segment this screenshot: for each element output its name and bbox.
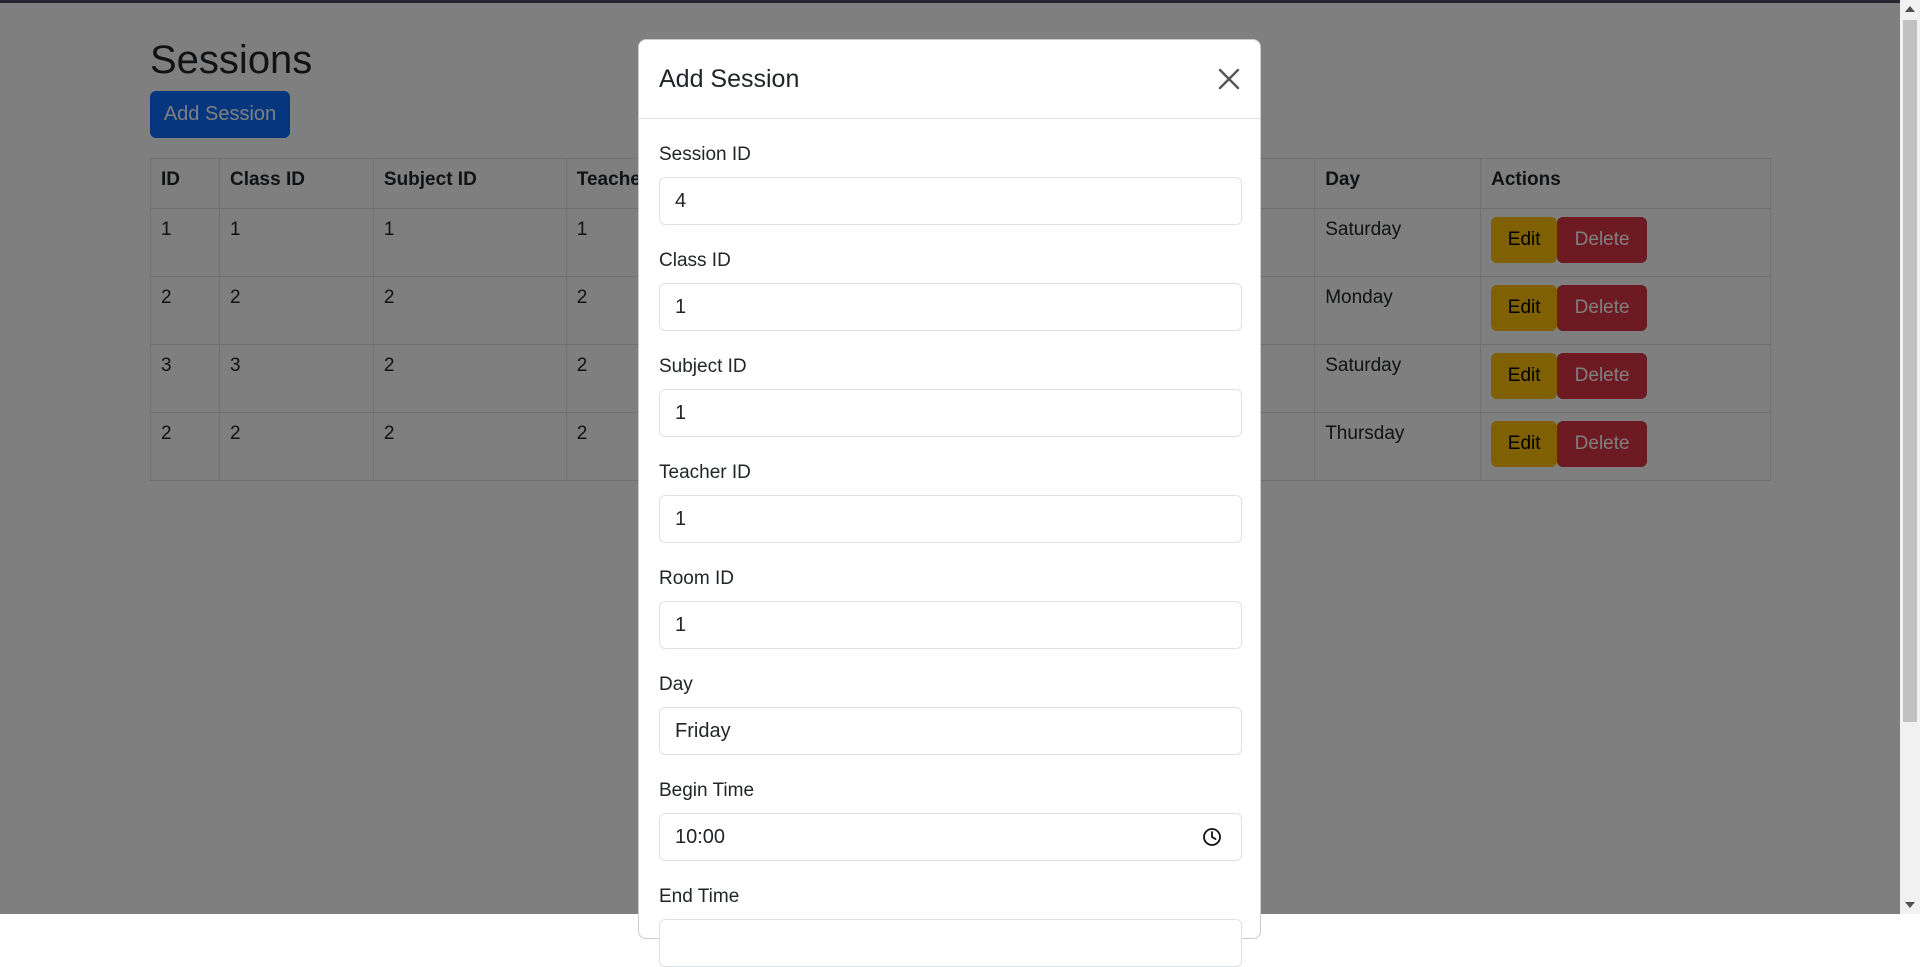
scrollbar-thumb[interactable]	[1903, 20, 1917, 722]
day-input[interactable]	[659, 707, 1242, 755]
begin-time-wrapper	[659, 813, 1242, 861]
subject-id-input[interactable]	[659, 389, 1242, 437]
teacher-id-label: Teacher ID	[659, 462, 751, 483]
modal-body: Session ID Class ID Subject ID Teacher I…	[639, 119, 1260, 967]
field-end-time: End Time	[659, 885, 1242, 967]
end-time-input[interactable]	[659, 919, 1242, 967]
field-subject-id: Subject ID	[659, 355, 1242, 437]
field-session-id: Session ID	[659, 143, 1242, 225]
clock-icon[interactable]	[1202, 827, 1222, 847]
field-room-id: Room ID	[659, 567, 1242, 649]
close-icon	[1218, 68, 1240, 90]
scroll-down-icon[interactable]	[1905, 902, 1915, 908]
modal-title: Add Session	[659, 65, 800, 93]
field-begin-time: Begin Time	[659, 779, 1242, 861]
session-id-input[interactable]	[659, 177, 1242, 225]
field-teacher-id: Teacher ID	[659, 461, 1242, 543]
page-scrollbar[interactable]	[1900, 0, 1920, 914]
begin-time-label: Begin Time	[659, 780, 755, 801]
modal-header: Add Session	[639, 40, 1260, 119]
field-class-id: Class ID	[659, 249, 1242, 331]
close-button[interactable]	[1214, 64, 1244, 94]
subject-id-label: Subject ID	[659, 356, 747, 377]
room-id-input[interactable]	[659, 601, 1242, 649]
end-time-label: End Time	[659, 886, 740, 907]
teacher-id-input[interactable]	[659, 495, 1242, 543]
session-id-label: Session ID	[659, 144, 751, 165]
class-id-label: Class ID	[659, 250, 731, 271]
room-id-label: Room ID	[659, 568, 734, 589]
scroll-up-icon[interactable]	[1905, 6, 1915, 12]
add-session-modal: Add Session Session ID Class ID Subject …	[638, 39, 1261, 967]
day-label: Day	[659, 674, 693, 695]
field-day: Day	[659, 673, 1242, 755]
begin-time-input[interactable]	[659, 813, 1242, 861]
class-id-input[interactable]	[659, 283, 1242, 331]
